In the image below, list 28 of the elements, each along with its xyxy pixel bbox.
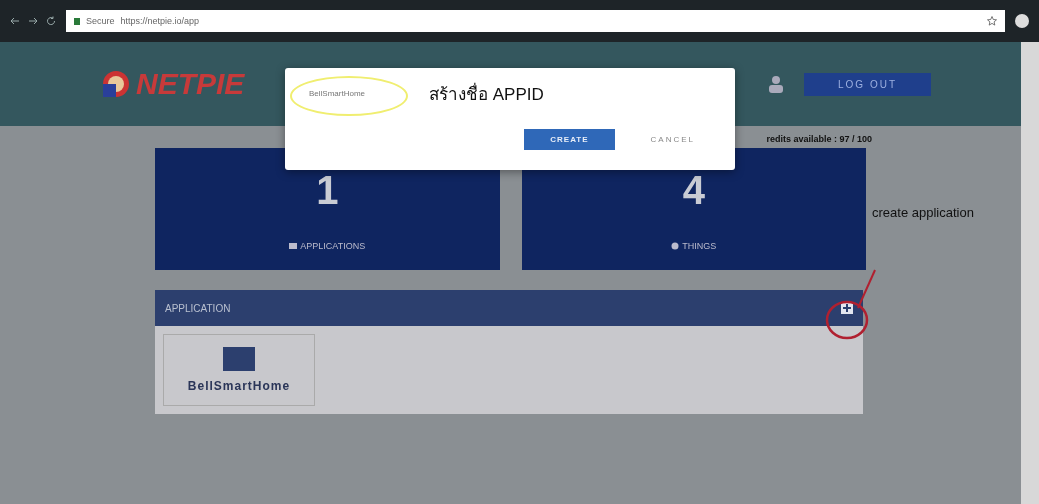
dialog-caption: สร้างชื่อ APPID (429, 80, 544, 107)
scrollbar[interactable] (1021, 42, 1039, 504)
stat-value: 1 (316, 168, 339, 213)
star-icon[interactable] (987, 16, 997, 26)
url-text: https://netpie.io/app (120, 16, 200, 26)
reload-icon[interactable] (46, 16, 56, 26)
folder-icon (289, 242, 298, 250)
cancel-button[interactable]: CANCEL (644, 134, 701, 145)
address-bar[interactable]: Secure https://netpie.io/app (66, 10, 1005, 32)
user-icon[interactable] (768, 75, 784, 93)
credits-text: redits available : 97 / 100 (766, 134, 872, 144)
annotation-text: create application (872, 205, 974, 220)
folder-icon (223, 347, 255, 371)
stat-label: THINGS (682, 241, 717, 251)
app-tile[interactable]: BellSmartHome (163, 334, 315, 406)
security-label: Secure (86, 16, 115, 26)
appid-input[interactable]: BellSmartHome (299, 83, 419, 104)
forward-icon[interactable] (28, 16, 38, 26)
logo-text: NETPIE (136, 67, 245, 101)
extension-icon[interactable] (1015, 14, 1029, 28)
panel-title: APPLICATION (165, 302, 231, 314)
lock-icon (74, 17, 80, 25)
gear-logo-icon (100, 68, 132, 100)
back-icon[interactable] (10, 16, 20, 26)
logout-button[interactable]: LOG OUT (804, 72, 931, 96)
create-button[interactable]: CREATE (524, 129, 615, 150)
stat-value: 4 (682, 168, 705, 213)
stat-label: APPLICATIONS (300, 241, 366, 251)
